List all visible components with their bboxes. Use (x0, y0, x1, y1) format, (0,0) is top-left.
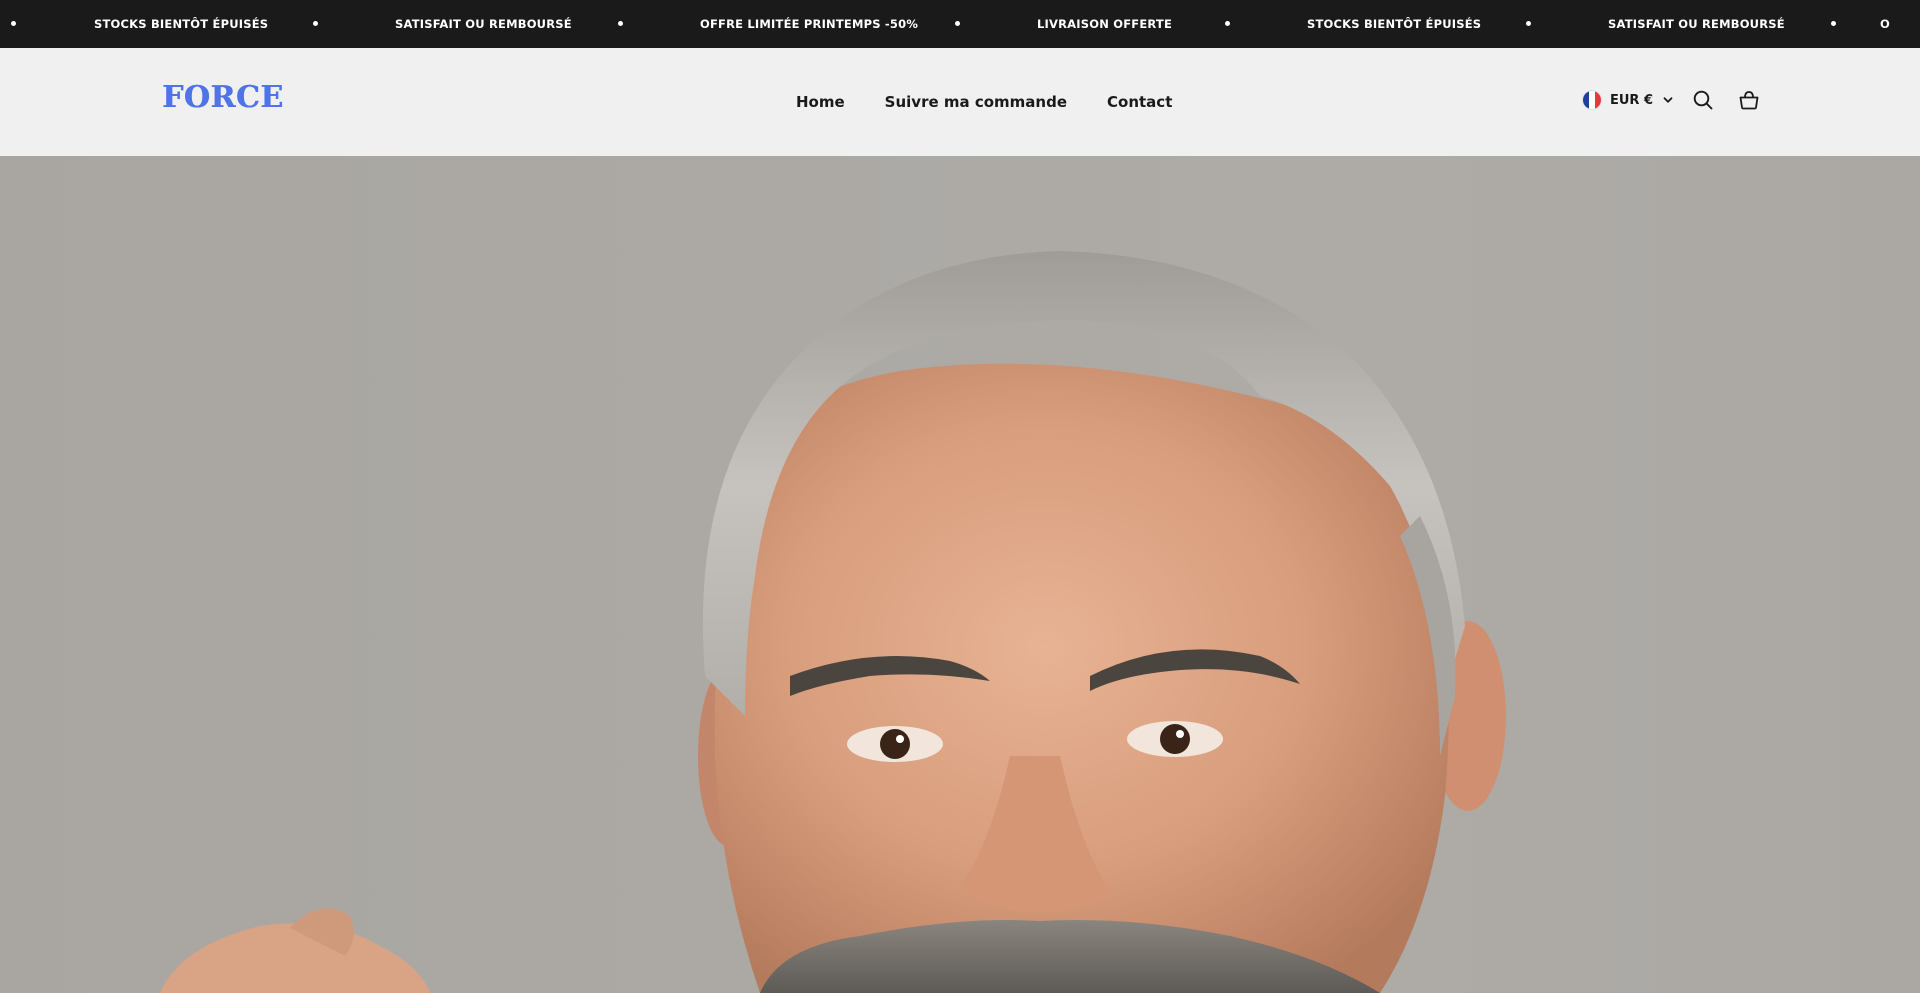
nav-link-track-order[interactable]: Suivre ma commande (885, 93, 1067, 111)
announcement-item: OFFRE LIMITÉE PRINTEMPS -50% (700, 17, 919, 31)
bullet-dot (618, 21, 623, 26)
site-header: FORCE Home Suivre ma commande Contact EU… (0, 48, 1920, 156)
bullet-dot (313, 21, 318, 26)
site-logo[interactable]: FORCE (162, 80, 284, 115)
nav-link-home[interactable]: Home (796, 93, 845, 111)
announcement-item-partial: O (1880, 17, 1890, 31)
currency-label: EUR € (1610, 92, 1654, 108)
shopping-basket-icon[interactable] (1738, 89, 1760, 111)
announcement-item: STOCKS BIENTÔT ÉPUISÉS (94, 17, 269, 31)
bullet-dot (11, 21, 16, 26)
announcement-bar: STOCKS BIENTÔT ÉPUISÉS SATISFAIT OU REMB… (0, 0, 1920, 48)
hero-portrait-image (160, 251, 1506, 993)
nav-link-contact[interactable]: Contact (1107, 93, 1172, 111)
bullet-dot (955, 21, 960, 26)
main-nav: Home Suivre ma commande Contact (796, 48, 1172, 156)
announcement-item: STOCKS BIENTÔT ÉPUISÉS (1307, 17, 1482, 31)
search-icon[interactable] (1692, 89, 1714, 111)
announcement-item: SATISFAIT OU REMBOURSÉ (1608, 17, 1785, 31)
bullet-dot (1831, 21, 1836, 26)
announcement-track: STOCKS BIENTÔT ÉPUISÉS SATISFAIT OU REMB… (0, 0, 1920, 48)
chevron-down-icon (1663, 95, 1673, 105)
announcement-item: LIVRAISON OFFERTE (1037, 17, 1173, 31)
france-flag-icon (1582, 90, 1602, 110)
announcement-item: SATISFAIT OU REMBOURSÉ (395, 17, 572, 31)
hero-banner (0, 156, 1920, 993)
bullet-dot (1225, 21, 1230, 26)
currency-selector[interactable]: EUR € (1582, 88, 1673, 112)
bullet-dot (1526, 21, 1531, 26)
